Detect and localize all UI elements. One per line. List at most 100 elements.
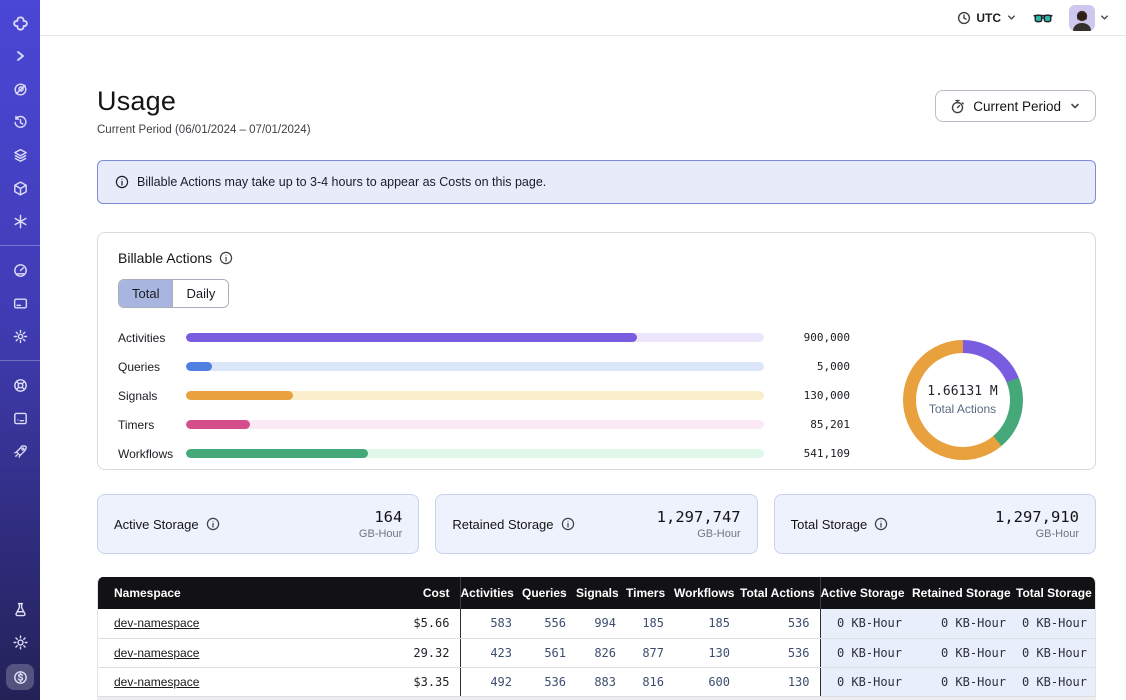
cell-workflows: 600 [674,667,740,696]
sun-icon[interactable] [7,631,33,653]
storage-unit: GB-Hour [657,528,741,540]
cell-activities: 423 [460,638,522,667]
column-header-timers: Timers [626,577,674,609]
cell-timers: 877 [626,638,674,667]
storage-value: 1,297,747 [657,508,741,526]
page-title: Usage [97,86,311,117]
namespace-link[interactable]: dev-namespace [114,675,199,689]
temporal-logo[interactable] [7,12,33,34]
table-row: dev-namespace29.324235618268771305360 KB… [98,638,1096,667]
bar-row-queries: Queries5,000 [118,358,850,375]
chevron-down-icon [1006,12,1017,23]
goggles-icon[interactable] [1033,11,1053,25]
banner-text: Billable Actions may take up to 3-4 hour… [137,175,546,189]
timezone-label: UTC [976,11,1001,25]
usage-table: NamespaceCostActivitiesQueriesSignalsTim… [97,577,1096,697]
cell-namespace: dev-namespace [98,667,368,696]
info-icon[interactable] [206,517,220,531]
asterisk-icon[interactable] [7,210,33,232]
billable-actions-chart: Activities 900,000 Queries5,000 Signals130,… [118,325,1075,474]
cell-total-actions: 536 [740,638,820,667]
rocket-icon[interactable] [7,440,33,462]
bar-label: Timers [118,418,186,432]
bar-track [186,391,764,400]
monitor-icon[interactable] [7,407,33,429]
sidebar-divider [0,245,40,246]
bar-row-timers: Timers85,201 [118,416,850,433]
cell-cost: $3.35 [368,667,460,696]
total-daily-tabs: TotalDaily [118,279,229,308]
gear-icon[interactable] [7,325,33,347]
chevron-down-icon [1099,12,1110,23]
donut-zone: 1.66131 M Total Actions [850,325,1075,474]
storage-label-text: Active Storage [114,517,199,532]
storage-label-text: Total Storage [791,517,868,532]
column-header-signals: Signals [576,577,626,609]
cell-signals: 826 [576,638,626,667]
table-row: dev-namespace$5.665835569941851855360 KB… [98,609,1096,638]
billable-actions-card: Billable Actions TotalDaily Activities90… [97,232,1096,470]
cell-total-actions: 130 [740,667,820,696]
cell-total-storage: 0 KB-Hour [1016,638,1096,667]
bar-fill [186,420,250,429]
usage-dollar-icon[interactable] [6,664,34,690]
storage-card-retained-storage: Retained Storage 1,297,747 GB-Hour [435,494,757,554]
eye-icon[interactable] [7,78,33,100]
table-header-row: NamespaceCostActivitiesQueriesSignalsTim… [98,577,1096,609]
lifebuoy-icon[interactable] [7,374,33,396]
main-content: Usage Current Period (06/01/2024 – 07/01… [40,36,1126,700]
bar-fill [186,449,368,458]
layers-icon[interactable] [7,144,33,166]
cell-queries: 561 [522,638,576,667]
cell-signals: 883 [576,667,626,696]
namespace-link[interactable]: dev-namespace [114,646,199,660]
timezone-selector[interactable]: UTC [957,11,1017,25]
cell-active-storage: 0 KB-Hour [820,609,912,638]
info-icon[interactable] [561,517,575,531]
bar-label: Activities [118,331,186,345]
storage-label-text: Retained Storage [452,517,553,532]
user-menu[interactable] [1069,5,1110,31]
bar-value: 900,000 [764,331,850,344]
app-window: UTC [0,0,1126,700]
cube-icon[interactable] [7,177,33,199]
storage-unit: GB-Hour [359,528,402,540]
bar-row-activities: Activities 900,000 [118,329,850,346]
donut-total-label: Total Actions [929,402,996,416]
namespace-link[interactable]: dev-namespace [114,616,199,630]
tab-total[interactable]: Total [119,280,173,307]
column-header-workflows: Workflows [674,577,740,609]
cell-cost: $5.66 [368,609,460,638]
bar-value: 541,109 [764,447,850,460]
current-period-dropdown[interactable]: Current Period [935,90,1096,122]
column-header-total-actions: Total Actions [740,577,820,609]
bar-chart: Activities 900,000 Queries5,000 Signals130,… [118,325,850,474]
cell-activities: 492 [460,667,522,696]
cell-retained-storage: 0 KB-Hour [912,609,1016,638]
info-icon[interactable] [874,517,888,531]
chevron-right-icon[interactable] [7,45,33,67]
sidebar-divider [0,360,40,361]
cell-total-storage: 0 KB-Hour [1016,667,1096,696]
tab-daily[interactable]: Daily [173,280,228,307]
gauge-icon[interactable] [7,259,33,281]
flask-icon[interactable] [7,598,33,620]
current-period-label: Current Period [973,99,1061,114]
cell-timers: 816 [626,667,674,696]
cell-namespace: dev-namespace [98,609,368,638]
info-icon[interactable] [219,251,233,265]
storage-value: 1,297,910 [995,508,1079,526]
bar-fill [186,391,293,400]
storage-card-total-storage: Total Storage1,297,910GB-Hour [774,494,1096,554]
bar-row-signals: Signals130,000 [118,387,850,404]
column-header-retained-storage: Retained Storage [912,577,1016,609]
history-clock-icon[interactable] [7,111,33,133]
credit-card-icon[interactable] [7,292,33,314]
column-header-namespace: Namespace [98,577,368,609]
cell-queries: 556 [522,609,576,638]
cell-total-storage: 0 KB-Hour [1016,609,1096,638]
stopwatch-icon [950,99,965,114]
donut-center: 1.66131 M Total Actions [916,353,1010,447]
bar-track [186,362,764,371]
storage-card-active-storage: Active Storage164GB-Hour [97,494,419,554]
